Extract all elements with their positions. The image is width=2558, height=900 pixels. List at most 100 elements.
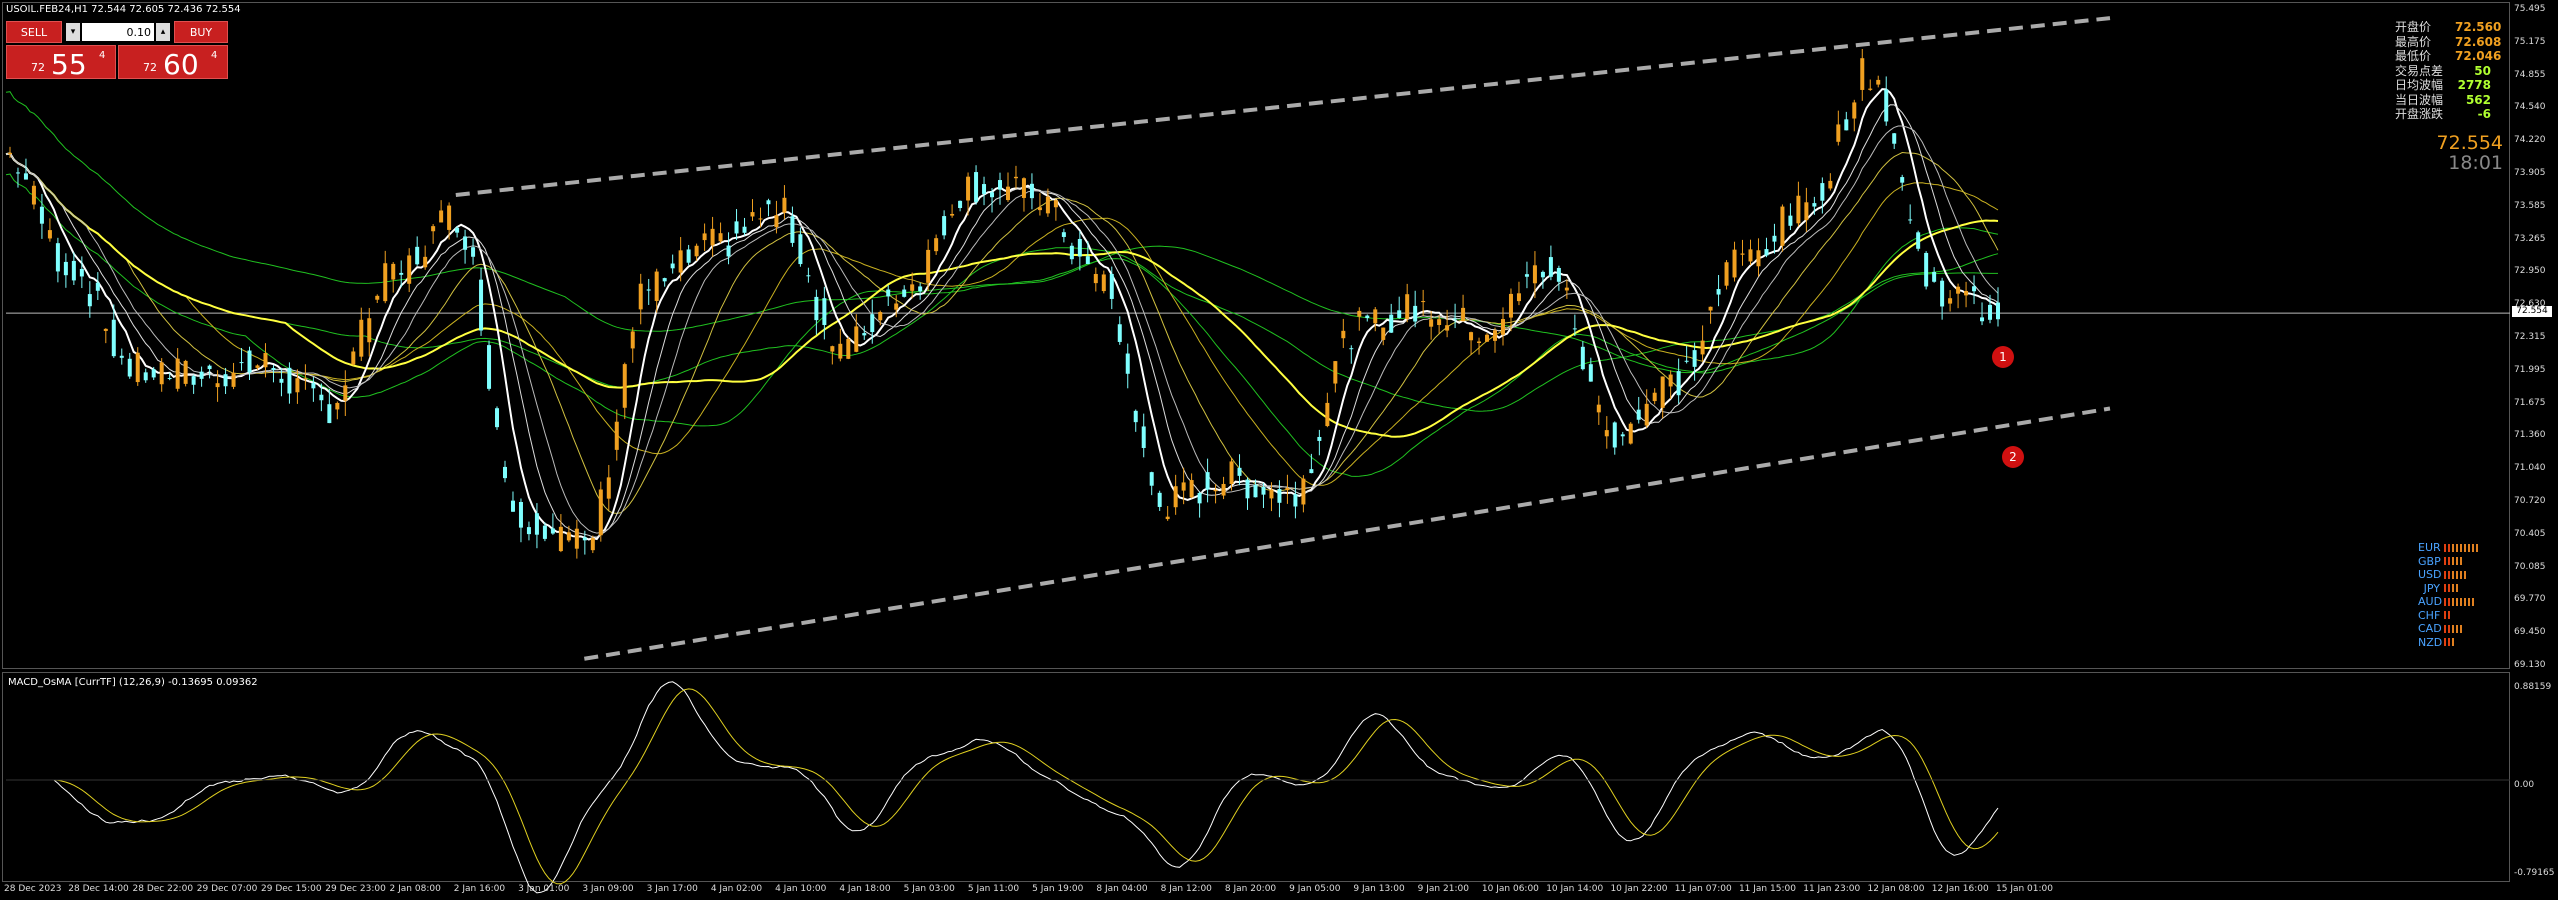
ma-yellow-thin xyxy=(5,151,1999,514)
candle-body xyxy=(455,227,460,233)
candle-body xyxy=(1660,376,1665,408)
buy-button[interactable]: BUY xyxy=(174,21,228,43)
candle-body xyxy=(990,192,995,198)
candle-body xyxy=(1540,271,1545,278)
candle-body xyxy=(1261,486,1266,495)
macd-bar xyxy=(1897,753,1900,780)
candle-body xyxy=(1029,183,1034,199)
stat-row: 交易点差 50 xyxy=(2395,64,2491,79)
marker-2[interactable]: 2 xyxy=(2002,446,2024,468)
stat-label: 交易点差 xyxy=(2395,63,2444,78)
macd-bar xyxy=(951,758,954,780)
strength-row: CHF xyxy=(2418,609,2478,623)
candle-body xyxy=(1972,286,1977,292)
candle-body xyxy=(199,371,204,379)
macd-bar xyxy=(795,772,798,780)
candle-body xyxy=(1948,298,1953,304)
strength-bars xyxy=(2444,597,2474,606)
strength-bar xyxy=(2464,543,2466,552)
price-tick: 73.265 xyxy=(2514,233,2546,244)
candle-body xyxy=(479,279,484,331)
candle-body xyxy=(910,284,915,291)
macd-bar xyxy=(1142,780,1145,820)
macd-bar xyxy=(472,764,475,780)
lot-decrease-icon[interactable]: ▾ xyxy=(66,23,80,41)
sell-price-box[interactable]: 72 55 4 xyxy=(6,45,116,81)
macd-bar xyxy=(376,770,379,780)
strength-bar xyxy=(2444,584,2446,593)
macd-bar xyxy=(1034,773,1037,780)
candle-body xyxy=(1516,293,1521,302)
candle-body xyxy=(1045,196,1050,214)
time-tick: 11 Jan 23:00 xyxy=(1803,884,1861,894)
time-tick: 9 Jan 05:00 xyxy=(1289,884,1341,894)
candle-body xyxy=(806,275,811,277)
macd-bar xyxy=(771,771,774,780)
candle-body xyxy=(966,176,971,201)
macd-bar xyxy=(1849,756,1852,780)
strength-bar xyxy=(2452,543,2454,552)
candle-body xyxy=(1908,219,1913,221)
strength-bar xyxy=(2460,543,2462,552)
candle-body xyxy=(1309,469,1314,474)
candle-body xyxy=(1341,330,1346,339)
time-tick: 4 Jan 02:00 xyxy=(710,884,763,894)
strength-bar xyxy=(2448,570,2450,579)
candle-body xyxy=(407,255,412,284)
candle-body xyxy=(982,184,987,194)
strength-bar xyxy=(2444,543,2446,552)
lot-increase-icon[interactable]: ▴ xyxy=(156,23,170,41)
macd-bar xyxy=(172,780,175,804)
macd-bar xyxy=(1382,732,1385,780)
candle-body xyxy=(207,365,212,370)
strength-row: NZD xyxy=(2418,636,2478,650)
strength-bar xyxy=(2468,597,2470,606)
macd-bar xyxy=(1597,780,1600,795)
time-tick: 8 Jan 04:00 xyxy=(1096,884,1148,894)
candle-body xyxy=(271,367,276,371)
candle-body xyxy=(1788,215,1793,226)
time-tick: 28 Dec 2023 xyxy=(4,884,62,894)
candle-body xyxy=(1796,195,1801,224)
candle-body xyxy=(566,532,571,541)
macd-bar xyxy=(1633,780,1636,824)
candle-body xyxy=(798,234,803,265)
candle-body xyxy=(1397,310,1402,318)
candle-body xyxy=(974,172,979,202)
macd-bar xyxy=(1801,761,1804,780)
candle-body xyxy=(742,226,747,233)
sell-button[interactable]: SELL xyxy=(6,21,62,43)
time-tick: 8 Jan 12:00 xyxy=(1160,884,1212,894)
candle-body xyxy=(1892,133,1897,144)
candle-body xyxy=(1389,314,1394,333)
time-tick: 2 Jan 16:00 xyxy=(453,884,506,894)
macd-bar xyxy=(891,780,894,790)
macd-bar xyxy=(1430,771,1433,780)
marker-1[interactable]: 1 xyxy=(1992,346,2014,368)
candle-body xyxy=(998,180,1003,190)
strength-bar xyxy=(2448,624,2450,633)
strength-row: CAD xyxy=(2418,622,2478,636)
lot-size-input[interactable] xyxy=(82,23,154,41)
candle-body xyxy=(111,319,116,357)
macd-tick: -0.79165 xyxy=(2514,868,2555,878)
stat-label: 最高价 xyxy=(2395,34,2432,49)
macd-bar xyxy=(1214,780,1217,806)
macd-bar xyxy=(1681,774,1684,780)
bid-sup: 4 xyxy=(99,50,106,61)
buy-price-box[interactable]: 72 60 4 xyxy=(118,45,228,81)
macd-bar xyxy=(1394,742,1397,780)
candle-body xyxy=(1780,206,1785,246)
candle-body xyxy=(614,421,619,450)
candle-body xyxy=(1221,483,1226,496)
candle-body xyxy=(71,260,76,281)
candle-body xyxy=(239,362,244,364)
time-tick: 2 Jan 08:00 xyxy=(389,884,441,894)
candle-body xyxy=(702,233,707,241)
candle-body xyxy=(263,353,268,368)
macd-bar xyxy=(867,780,870,814)
macd-bar xyxy=(1202,780,1205,824)
candle-body xyxy=(1413,305,1418,322)
candle-body xyxy=(255,365,260,368)
candle-body xyxy=(311,383,316,389)
